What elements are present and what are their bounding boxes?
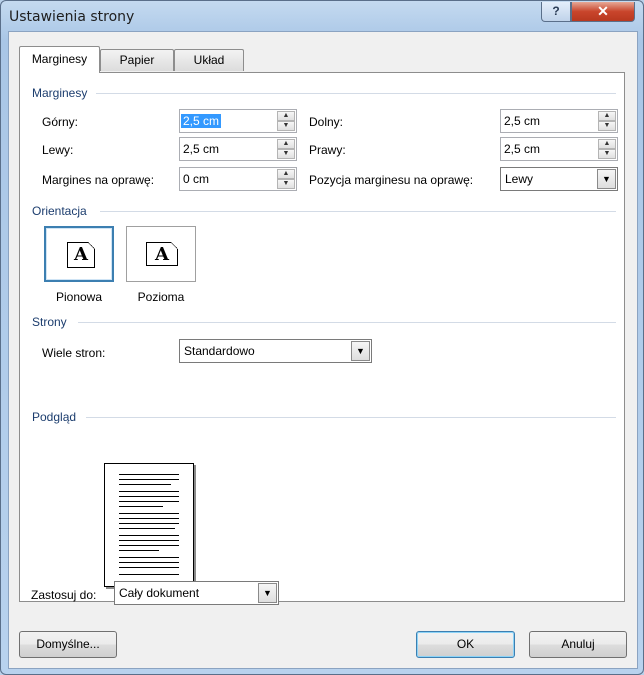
margins-section-title: Marginesy bbox=[32, 86, 88, 100]
apply-to-value: Cały dokument bbox=[119, 586, 200, 600]
spin-up-icon[interactable]: ▲ bbox=[277, 139, 295, 149]
right-margin-spinner[interactable]: 2,5 cm ▲ ▼ bbox=[500, 137, 618, 161]
apply-to-select[interactable]: Cały dokument ▼ bbox=[114, 581, 279, 605]
right-margin-value: 2,5 cm bbox=[504, 142, 541, 156]
bottom-margin-spinner[interactable]: 2,5 cm ▲ ▼ bbox=[500, 109, 618, 133]
dialog-client: Marginesy Papier Układ Marginesy Górny: … bbox=[8, 31, 638, 669]
gutter-position-label: Pozycja marginesu na oprawę: bbox=[309, 173, 474, 187]
set-default-button[interactable]: Domyślne... bbox=[19, 631, 117, 658]
top-margin-value: 2,5 cm bbox=[181, 114, 222, 128]
spin-down-icon[interactable]: ▼ bbox=[277, 121, 295, 131]
top-margin-label: Górny: bbox=[42, 115, 79, 129]
landscape-page-icon: A bbox=[146, 242, 178, 266]
chevron-down-icon[interactable]: ▼ bbox=[258, 583, 277, 603]
chevron-down-icon[interactable]: ▼ bbox=[597, 169, 616, 189]
spin-down-icon[interactable]: ▼ bbox=[598, 121, 616, 131]
multiple-pages-select[interactable]: Standardowo ▼ bbox=[179, 339, 372, 363]
cancel-button[interactable]: Anuluj bbox=[529, 631, 627, 658]
gutter-value: 0 cm bbox=[183, 172, 210, 186]
orientation-section-title: Orientacja bbox=[32, 204, 87, 218]
portrait-label: Pionowa bbox=[55, 290, 103, 304]
multiple-pages-value: Standardowo bbox=[184, 344, 255, 358]
dialog-window: Ustawienia strony ? ✕ Marginesy Papier U… bbox=[0, 0, 644, 675]
section-divider bbox=[100, 211, 616, 212]
spin-up-icon[interactable]: ▲ bbox=[598, 111, 616, 121]
portrait-page-icon: A bbox=[67, 242, 95, 268]
multiple-pages-label: Wiele stron: bbox=[42, 346, 106, 360]
tab-paper[interactable]: Papier bbox=[100, 49, 174, 71]
gutter-label: Margines na oprawę: bbox=[42, 173, 155, 187]
chevron-down-icon[interactable]: ▼ bbox=[351, 341, 370, 361]
help-button[interactable]: ? bbox=[541, 2, 571, 22]
apply-to-label-text: Zastosuj do: bbox=[31, 588, 97, 602]
portrait-option[interactable]: A bbox=[44, 226, 114, 282]
window-title: Ustawienia strony bbox=[9, 9, 135, 25]
spin-up-icon[interactable]: ▲ bbox=[277, 169, 295, 179]
landscape-label: Pozioma bbox=[137, 290, 185, 304]
top-margin-spinner[interactable]: 2,5 cm ▲ ▼ bbox=[179, 109, 297, 133]
spin-down-icon[interactable]: ▼ bbox=[277, 149, 295, 159]
left-margin-value: 2,5 cm bbox=[183, 142, 220, 156]
spin-down-icon[interactable]: ▼ bbox=[598, 149, 616, 159]
spin-up-icon[interactable]: ▲ bbox=[598, 139, 616, 149]
ok-button[interactable]: OK bbox=[416, 631, 515, 658]
pages-section-title: Strony bbox=[32, 315, 67, 329]
close-button[interactable]: ✕ bbox=[571, 2, 635, 22]
gutter-spinner[interactable]: 0 cm ▲ ▼ bbox=[179, 167, 297, 191]
spin-down-icon[interactable]: ▼ bbox=[277, 179, 295, 189]
section-divider bbox=[96, 93, 616, 94]
section-divider bbox=[78, 322, 616, 323]
gutter-position-value: Lewy bbox=[505, 172, 534, 186]
preview-section-title: Podgląd bbox=[32, 410, 77, 424]
tab-layout[interactable]: Układ bbox=[174, 49, 244, 71]
tab-panel: Marginesy Górny: 2,5 cm ▲ ▼ Dolny: 2,5 cm… bbox=[19, 72, 625, 602]
gutter-position-select[interactable]: Lewy ▼ bbox=[500, 167, 618, 191]
left-margin-label: Lewy: bbox=[42, 143, 74, 157]
section-divider bbox=[86, 417, 616, 418]
bottom-margin-value: 2,5 cm bbox=[504, 114, 541, 128]
spin-up-icon[interactable]: ▲ bbox=[277, 111, 295, 121]
left-margin-spinner[interactable]: 2,5 cm ▲ ▼ bbox=[179, 137, 297, 161]
bottom-margin-label: Dolny: bbox=[309, 115, 344, 129]
right-margin-label: Prawy: bbox=[309, 143, 346, 157]
landscape-option[interactable]: A bbox=[126, 226, 196, 282]
page-preview bbox=[104, 463, 194, 587]
tab-margins[interactable]: Marginesy bbox=[19, 46, 100, 73]
